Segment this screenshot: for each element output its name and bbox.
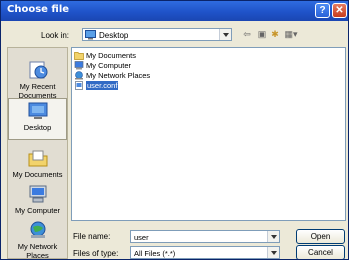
file-name: My Computer xyxy=(86,60,132,70)
help-button[interactable]: ? xyxy=(315,3,330,18)
new-folder-icon[interactable]: ✱ xyxy=(269,29,281,40)
list-item[interactable]: My Documents xyxy=(74,50,136,60)
place-label: Desktop xyxy=(23,123,52,132)
file-name-value: user xyxy=(134,233,149,242)
chevron-down-icon[interactable] xyxy=(267,231,279,242)
place-my-documents[interactable]: My Documents xyxy=(8,148,67,179)
chevron-down-icon[interactable] xyxy=(219,29,231,40)
place-label: My Computer xyxy=(14,206,60,215)
file-name-input[interactable]: user xyxy=(130,230,280,243)
file-type-dropdown[interactable]: All Files (*.*) xyxy=(130,246,280,259)
view-menu-icon[interactable]: ▦▾ xyxy=(282,29,300,40)
title-bar[interactable]: Choose file ? ✕ xyxy=(1,1,348,21)
file-type-value: All Files (*.*) xyxy=(134,249,176,258)
chevron-down-icon[interactable] xyxy=(267,247,279,258)
network-icon xyxy=(75,70,83,79)
open-button[interactable]: Open xyxy=(296,229,345,244)
file-type-label: Files of type: xyxy=(73,249,119,258)
cancel-button[interactable]: Cancel xyxy=(296,245,345,259)
places-bar: My Recent Documents Desktop My Documents xyxy=(7,47,68,259)
place-network-places[interactable]: My Network Places xyxy=(8,220,67,260)
file-icon xyxy=(75,80,83,90)
list-item[interactable]: user.conf xyxy=(74,79,120,91)
file-list[interactable]: My Documents My Computer My Network Plac… xyxy=(71,47,346,221)
desktop-icon xyxy=(85,30,96,40)
folder-icon xyxy=(74,51,84,60)
list-item[interactable]: My Network Places xyxy=(74,70,150,80)
desktop-icon xyxy=(28,102,47,119)
place-label: My Network Places xyxy=(17,242,58,260)
file-name: My Documents xyxy=(86,50,137,60)
recent-documents-icon xyxy=(29,61,47,79)
place-my-computer[interactable]: My Computer xyxy=(8,184,67,215)
place-label: My Documents xyxy=(12,170,63,179)
my-documents-icon xyxy=(28,150,47,167)
look-in-dropdown[interactable]: Desktop xyxy=(82,28,232,41)
look-in-label: Look in: xyxy=(41,31,70,40)
choose-file-dialog: Choose file ? ✕ Look in: Desktop ⇦ ▣ ✱ ▦… xyxy=(0,0,349,260)
window-title: Choose file xyxy=(7,4,70,15)
file-name: user.conf xyxy=(84,79,120,91)
computer-icon xyxy=(74,60,84,69)
file-name-label: File name: xyxy=(73,232,111,241)
place-desktop[interactable]: Desktop xyxy=(8,98,67,140)
list-item[interactable]: My Computer xyxy=(74,60,131,70)
network-places-icon xyxy=(30,221,45,238)
close-button[interactable]: ✕ xyxy=(332,3,347,18)
place-recent-documents[interactable]: My Recent Documents xyxy=(8,60,67,100)
up-folder-icon[interactable]: ▣ xyxy=(256,29,268,40)
look-in-value: Desktop xyxy=(99,31,129,40)
my-computer-icon xyxy=(29,185,46,203)
file-name: My Network Places xyxy=(86,70,151,80)
back-icon[interactable]: ⇦ xyxy=(241,29,253,40)
